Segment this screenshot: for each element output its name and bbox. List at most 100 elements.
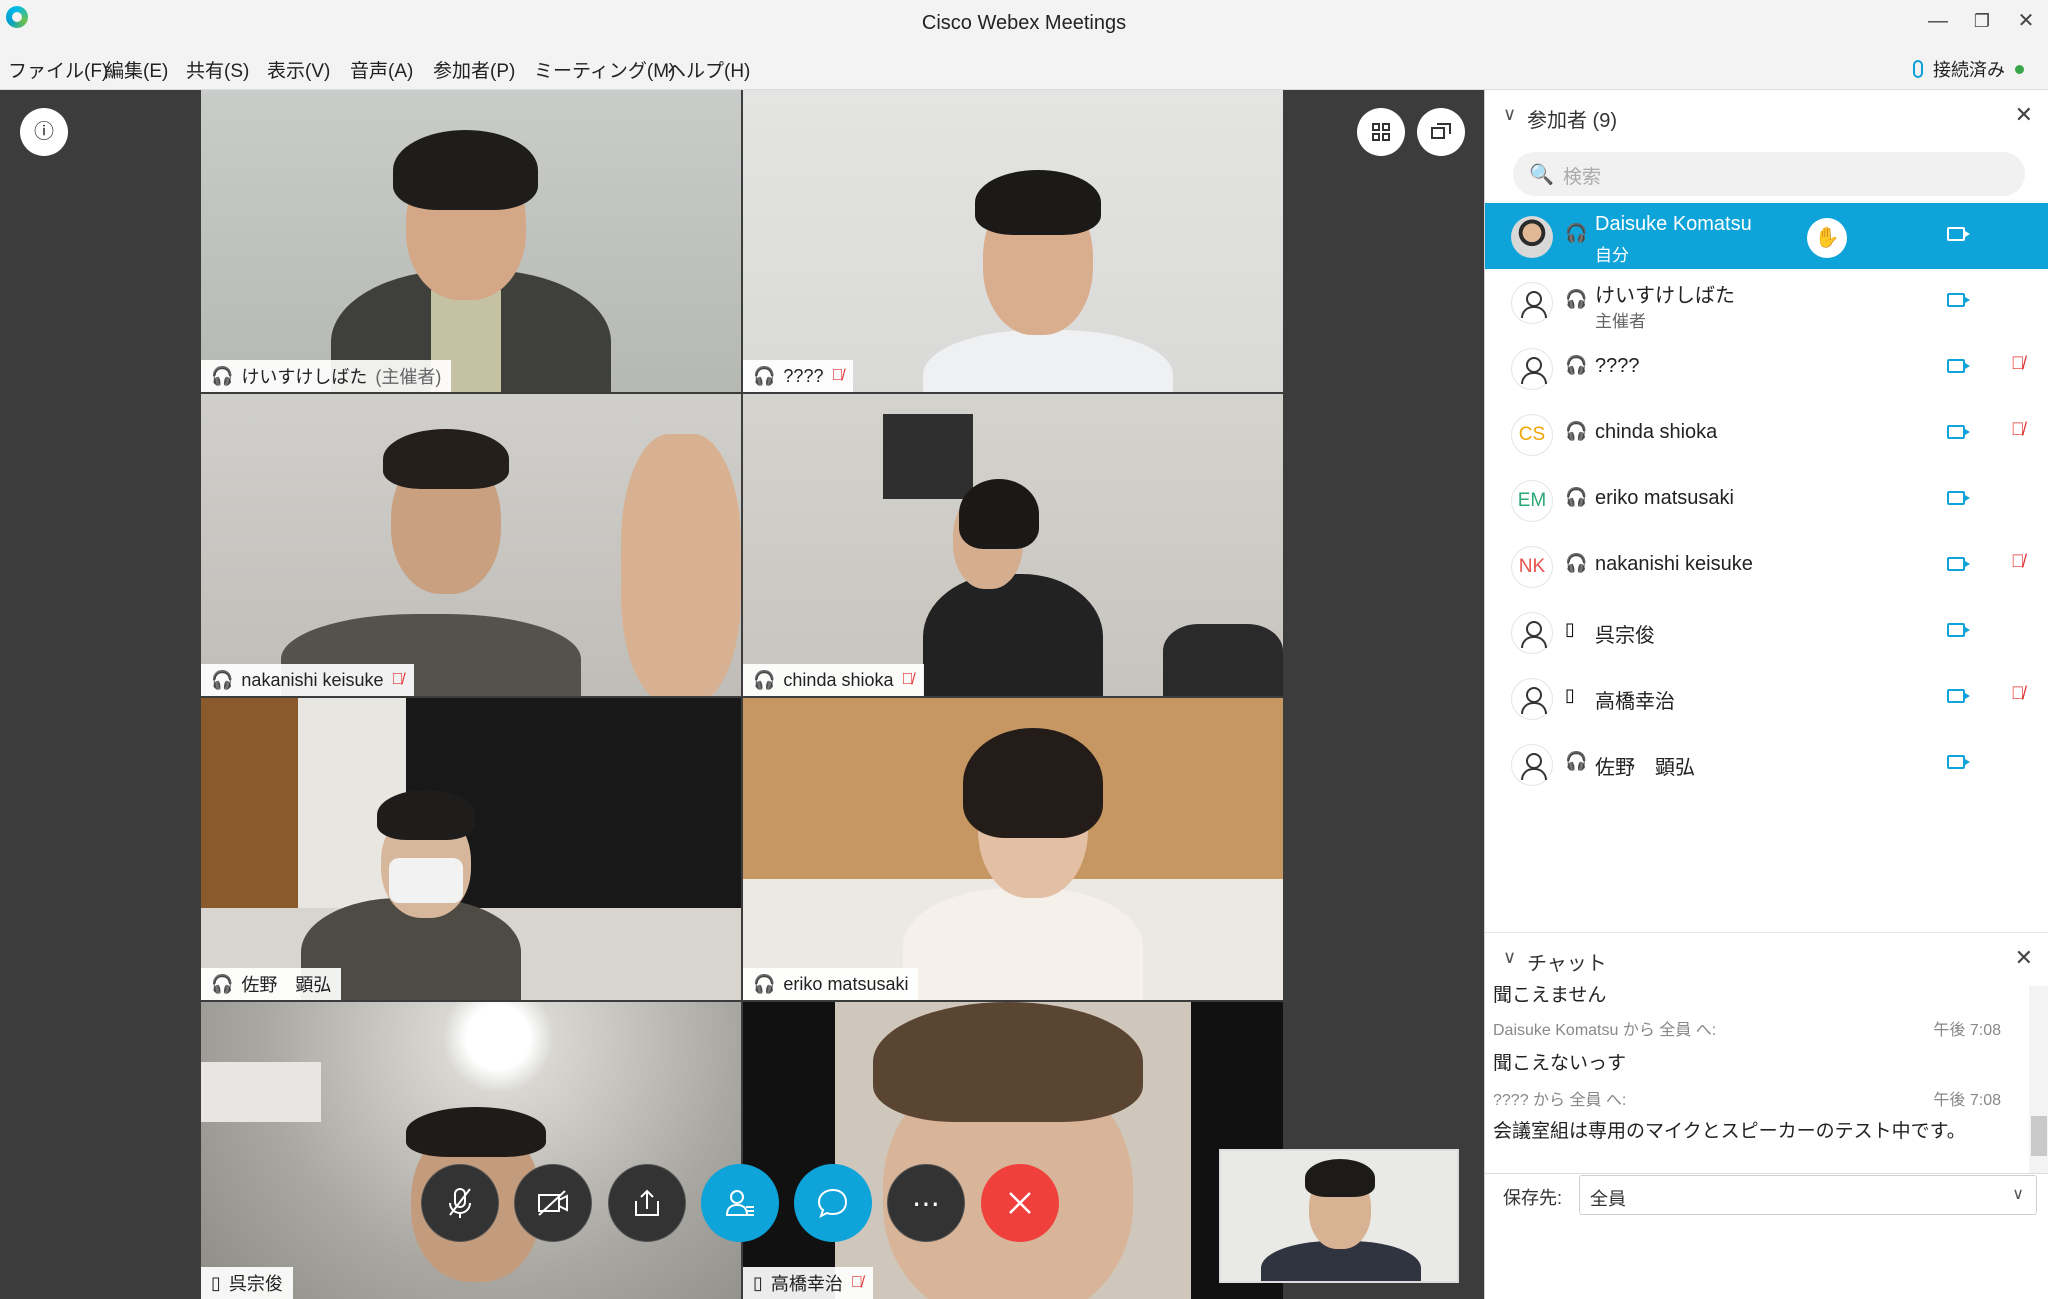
- share-button[interactable]: [608, 1164, 686, 1242]
- close-chat-button[interactable]: ✕: [2015, 945, 2033, 971]
- video-toggle-button[interactable]: [514, 1164, 592, 1242]
- phone-icon: ▯: [1565, 619, 1575, 639]
- video-tile[interactable]: ▯ 高橋幸治 🎙̸: [743, 1002, 1283, 1299]
- self-view[interactable]: [1219, 1149, 1459, 1283]
- tile-name: chinda shioka: [783, 669, 894, 690]
- menu-file[interactable]: ファイル(F): [8, 56, 108, 83]
- leave-meeting-button[interactable]: [981, 1164, 1059, 1242]
- camera-icon: [1947, 293, 1970, 307]
- muted-microphone-icon: 🎙̸: [2011, 683, 2025, 703]
- more-options-button[interactable]: ⋯: [887, 1164, 965, 1242]
- tile-name: 高橋幸治: [770, 1274, 843, 1294]
- chat-button[interactable]: [794, 1164, 872, 1242]
- chat-messages[interactable]: 聞こえません Daisuke Komatsu から 全員 へ: 午後 7:08 …: [1485, 986, 2048, 1174]
- video-tile[interactable]: 🎧 佐野 顕弘: [201, 698, 741, 1000]
- tile-label: 🎧 nakanishi keisuke 🎙̸: [201, 664, 414, 696]
- more-dots-icon: ⋯: [912, 1187, 940, 1219]
- participant-name: eriko matsusaki: [1595, 487, 1734, 509]
- participant-row[interactable]: ▯ 高橋幸治 🎙̸: [1485, 665, 2048, 731]
- participant-row[interactable]: NK 🎧 nakanishi keisuke 🎙̸: [1485, 533, 2048, 599]
- chat-timestamp: 午後 7:08: [1933, 1092, 2001, 1109]
- participant-name: けいすけしばた: [1595, 285, 1735, 307]
- participant-role: 主催者: [1595, 312, 1646, 331]
- close-participants-button[interactable]: ✕: [2015, 102, 2033, 128]
- participant-name: nakanishi keisuke: [1595, 553, 1753, 575]
- menu-audio[interactable]: 音声(A): [350, 56, 413, 83]
- chevron-down-icon[interactable]: ∨: [1503, 947, 1516, 968]
- participant-row[interactable]: 🎧 ???? 🎙̸: [1485, 335, 2048, 401]
- chevron-down-icon[interactable]: ∨: [1503, 104, 1516, 125]
- camera-icon: [1947, 359, 1970, 373]
- avatar: [1511, 282, 1553, 324]
- chat-scrollbar[interactable]: [2029, 986, 2048, 1173]
- tile-label: 🎧 佐野 顕弘: [201, 968, 342, 1000]
- menu-view[interactable]: 表示(V): [267, 56, 330, 83]
- video-tile[interactable]: 🎧 eriko matsusaki: [743, 698, 1283, 1000]
- grid-view-button[interactable]: [1357, 108, 1405, 156]
- phone-icon: ▯: [753, 1272, 763, 1293]
- menu-share[interactable]: 共有(S): [186, 56, 249, 83]
- chat-header[interactable]: ∨ チャット ✕: [1485, 932, 2048, 986]
- layout-icon: [1431, 123, 1451, 139]
- avatar: EM: [1511, 480, 1553, 522]
- muted-microphone-icon: 🎙̸: [901, 671, 914, 688]
- video-tile[interactable]: 🎧 ???? 🎙̸: [743, 90, 1283, 392]
- participant-name: 高橋幸治: [1595, 691, 1675, 713]
- participant-name: 佐野 顕弘: [1595, 757, 1695, 779]
- participant-row[interactable]: 🎧 Daisuke Komatsu 自分 ✋: [1485, 203, 2048, 269]
- video-tile[interactable]: 🎧 けいすけしばた (主催者): [201, 90, 741, 392]
- tile-label: 🎧 けいすけしばた (主催者): [201, 360, 452, 392]
- participant-name: Daisuke Komatsu: [1595, 213, 1752, 235]
- menu-participants[interactable]: 参加者(P): [433, 56, 515, 83]
- tile-name: ????: [783, 365, 824, 386]
- headset-icon: 🎧: [1565, 289, 1588, 309]
- connection-status-label: 接続済み: [1933, 60, 2005, 80]
- close-window-button[interactable]: ✕: [2006, 6, 2046, 36]
- recipient-select[interactable]: 全員 ∨: [1579, 1175, 2037, 1215]
- participant-search[interactable]: 🔍 検索: [1513, 152, 2025, 196]
- info-button[interactable]: ⓘ: [20, 108, 68, 156]
- headset-icon: 🎧: [1565, 487, 1588, 507]
- phone-icon: ▯: [1565, 685, 1575, 705]
- muted-microphone-icon: 🎙̸: [391, 671, 404, 688]
- participant-row[interactable]: EM 🎧 eriko matsusaki: [1485, 467, 2048, 533]
- chat-bubble-icon: [817, 1188, 848, 1218]
- window-title: Cisco Webex Meetings: [921, 12, 1127, 34]
- restore-button[interactable]: ❐: [1962, 6, 2002, 36]
- menu-edit[interactable]: 編集(E): [105, 56, 168, 83]
- mute-button[interactable]: [421, 1164, 499, 1242]
- video-tile[interactable]: ▯ 呉宗俊: [201, 1002, 741, 1299]
- participant-list: 🎧 Daisuke Komatsu 自分 ✋ 🎧 けいすけしばた 主催者 🎧 ?…: [1485, 203, 2048, 797]
- menu-help[interactable]: ヘルプ(H): [667, 56, 750, 83]
- headset-icon: 🎧: [211, 669, 234, 690]
- headset-icon: 🎧: [1565, 421, 1588, 441]
- tile-label: 🎧 eriko matsusaki: [743, 968, 919, 1000]
- tile-name: けいすけしばた: [241, 367, 368, 387]
- muted-microphone-icon: 🎙̸: [850, 1274, 863, 1291]
- avatar: CS: [1511, 414, 1553, 456]
- menu-meeting[interactable]: ミーティング(M): [534, 56, 675, 83]
- participants-header[interactable]: ∨ 参加者 (9) ✕: [1485, 90, 2048, 144]
- chat-title: チャット: [1527, 953, 1607, 975]
- muted-microphone-icon: 🎙̸: [831, 367, 844, 384]
- avatar: [1511, 348, 1553, 390]
- chat-sender: ???? から 全員 へ:: [1493, 1092, 1627, 1109]
- tile-role: (主催者): [375, 367, 442, 387]
- participant-row[interactable]: CS 🎧 chinda shioka 🎙̸: [1485, 401, 2048, 467]
- camera-icon: [1947, 623, 1970, 637]
- headset-icon: 🎧: [753, 365, 776, 386]
- layout-button[interactable]: [1417, 108, 1465, 156]
- participant-row[interactable]: 🎧 佐野 顕弘: [1485, 731, 2048, 797]
- participants-button[interactable]: [701, 1164, 779, 1242]
- raise-hand-icon[interactable]: ✋: [1807, 218, 1847, 258]
- minimize-button[interactable]: —: [1918, 6, 1958, 36]
- participant-row[interactable]: 🎧 けいすけしばた 主催者: [1485, 269, 2048, 335]
- video-tile[interactable]: 🎧 nakanishi keisuke 🎙̸: [201, 394, 741, 696]
- camera-icon: [1947, 557, 1970, 571]
- headset-icon: 🎧: [753, 669, 776, 690]
- chevron-down-icon: ∨: [2012, 1186, 2024, 1203]
- headset-icon: 🎧: [753, 973, 776, 994]
- search-icon: 🔍: [1529, 164, 1554, 186]
- video-tile[interactable]: 🎧 chinda shioka 🎙̸: [743, 394, 1283, 696]
- participant-row[interactable]: ▯ 呉宗俊: [1485, 599, 2048, 665]
